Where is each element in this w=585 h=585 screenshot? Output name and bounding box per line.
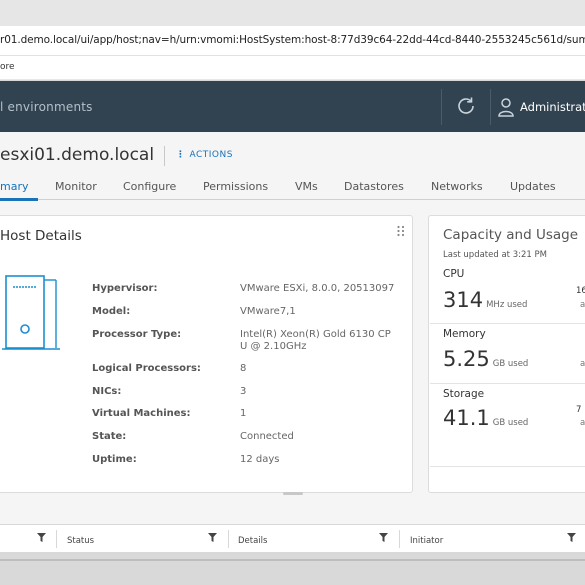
capacity-divider bbox=[430, 383, 585, 384]
state-value: Connected bbox=[240, 431, 294, 442]
filter-icon[interactable] bbox=[208, 533, 217, 542]
column-divider bbox=[56, 530, 57, 548]
memory-side-caption: a bbox=[580, 359, 585, 369]
logical-processors-value: 8 bbox=[240, 363, 247, 374]
state-label: State: bbox=[92, 431, 127, 442]
host-details-title: Host Details bbox=[0, 228, 82, 244]
capacity-title: Capacity and Usage bbox=[443, 227, 579, 243]
memory-unit: GB used bbox=[492, 359, 529, 369]
refresh-icon[interactable] bbox=[454, 94, 478, 118]
bottom-strip bbox=[0, 552, 585, 585]
uptime-value: 12 days bbox=[240, 454, 280, 465]
last-updated-text: Last updated at 3:21 PM bbox=[443, 250, 547, 260]
cpu-label: CPU bbox=[443, 268, 465, 280]
header-divider bbox=[490, 89, 491, 125]
active-tab-indicator bbox=[0, 198, 38, 201]
capacity-divider bbox=[430, 466, 585, 467]
column-divider bbox=[228, 530, 229, 548]
page-title: esxi01.demo.local bbox=[0, 145, 155, 165]
actions-button[interactable]: ⋮ ACTIONS bbox=[176, 150, 233, 160]
virtual-machines-value[interactable]: 1 bbox=[240, 408, 246, 420]
tab-summary[interactable]: mary bbox=[0, 180, 29, 193]
tab-updates[interactable]: Updates bbox=[510, 180, 556, 193]
processor-type-label: Processor Type: bbox=[92, 329, 182, 340]
tab-monitor[interactable]: Monitor bbox=[55, 180, 97, 193]
user-menu-label[interactable]: Administrat bbox=[520, 100, 585, 114]
tab-datastores[interactable]: Datastores bbox=[344, 180, 404, 193]
details-column-header[interactable]: Details bbox=[238, 536, 267, 546]
host-details-card bbox=[0, 215, 413, 493]
cpu-value: 314 bbox=[443, 288, 484, 312]
bookmark-item[interactable]: ore bbox=[0, 62, 15, 72]
user-icon[interactable] bbox=[497, 97, 515, 117]
tab-configure[interactable]: Configure bbox=[123, 180, 176, 193]
recent-tasks-header: Status Details Initiator bbox=[0, 524, 585, 552]
url-text[interactable]: r01.demo.local/ui/app/host;nav=h/urn:vmo… bbox=[0, 34, 585, 46]
uptime-label: Uptime: bbox=[92, 454, 137, 465]
actions-dots-icon: ⋮ bbox=[176, 150, 186, 160]
cpu-side-caption: a bbox=[580, 300, 585, 310]
bookmarks-bar: ore bbox=[0, 56, 585, 80]
nics-value: 3 bbox=[240, 386, 247, 397]
drag-handle-icon[interactable] bbox=[396, 225, 406, 239]
filter-icon[interactable] bbox=[37, 533, 46, 542]
memory-label: Memory bbox=[443, 328, 486, 340]
app-title[interactable]: l environments bbox=[0, 100, 93, 114]
memory-value: 5.25 bbox=[443, 347, 490, 371]
storage-side-value: 7 bbox=[576, 405, 582, 415]
address-bar[interactable]: r01.demo.local/ui/app/host;nav=h/urn:vmo… bbox=[0, 26, 585, 56]
logical-processors-label: Logical Processors: bbox=[92, 363, 201, 374]
cpu-side-value: 16 bbox=[576, 286, 585, 296]
server-icon bbox=[2, 275, 60, 350]
tab-vms[interactable]: VMs bbox=[295, 180, 318, 193]
model-value: VMware7,1 bbox=[240, 306, 296, 317]
initiator-column-header[interactable]: Initiator bbox=[410, 536, 443, 546]
storage-side-caption: a bbox=[580, 418, 585, 428]
header-divider bbox=[441, 89, 442, 125]
virtual-machines-label: Virtual Machines: bbox=[92, 408, 191, 419]
actions-label: ACTIONS bbox=[189, 150, 233, 160]
storage-usage-value: 41.1 GB used bbox=[443, 406, 528, 430]
browser-top-strip bbox=[0, 0, 585, 26]
filter-icon[interactable] bbox=[567, 533, 576, 542]
hypervisor-value: VMware ESXi, 8.0.0, 20513097 bbox=[240, 283, 395, 294]
memory-usage-value: 5.25 GB used bbox=[443, 347, 528, 371]
storage-unit: GB used bbox=[492, 418, 529, 428]
cpu-unit: MHz used bbox=[486, 300, 528, 310]
cpu-usage-value: 314 MHz used bbox=[443, 288, 527, 312]
pane-splitter[interactable] bbox=[283, 492, 303, 495]
status-column-header[interactable]: Status bbox=[67, 536, 94, 546]
title-divider bbox=[164, 146, 165, 166]
tab-permissions[interactable]: Permissions bbox=[203, 180, 268, 193]
bottom-divider bbox=[0, 559, 585, 561]
storage-value: 41.1 bbox=[443, 406, 490, 430]
column-divider bbox=[399, 530, 400, 548]
model-label: Model: bbox=[92, 306, 131, 317]
storage-label: Storage bbox=[443, 388, 485, 400]
filter-icon[interactable] bbox=[379, 533, 388, 542]
capacity-divider bbox=[430, 323, 585, 324]
tab-bar: mary Monitor Configure Permissions VMs D… bbox=[0, 176, 585, 201]
nics-label: NICs: bbox=[92, 386, 122, 397]
tab-networks[interactable]: Networks bbox=[431, 180, 483, 193]
hypervisor-label: Hypervisor: bbox=[92, 283, 158, 294]
processor-type-value: Intel(R) Xeon(R) Gold 6130 CP U @ 2.10GH… bbox=[240, 329, 391, 352]
